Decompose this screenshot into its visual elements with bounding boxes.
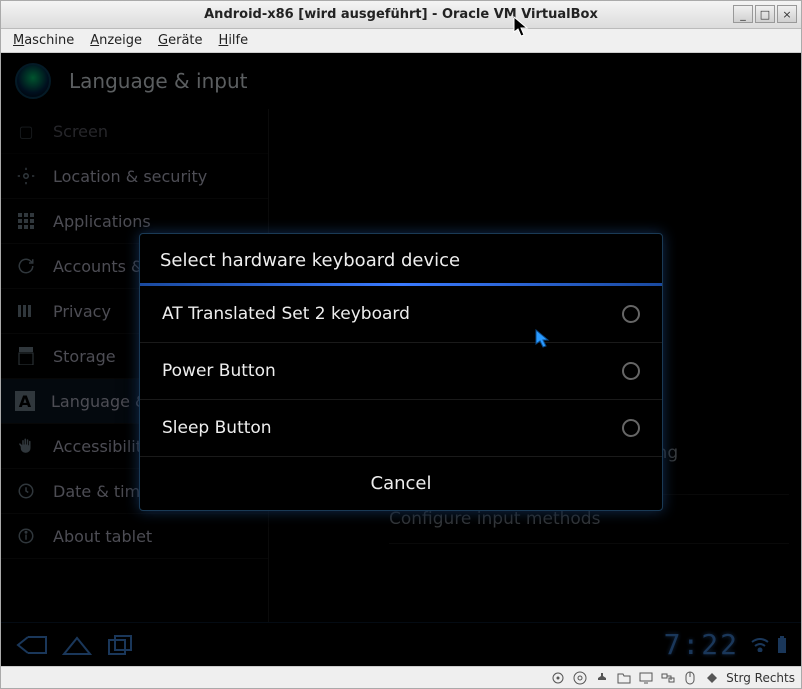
window-titlebar[interactable]: Android-x86 [wird ausgeführt] - Oracle V… [1, 1, 801, 29]
vb-hostkey-icon [704, 670, 720, 686]
menu-display[interactable]: Anzeige [84, 31, 148, 50]
android-viewport: Language & input ▢ Screen Location & sec… [1, 53, 801, 666]
keyboard-select-dialog: Select hardware keyboard device AT Trans… [139, 233, 663, 511]
virtualbox-window: Android-x86 [wird ausgeführt] - Oracle V… [0, 0, 802, 689]
option-label: AT Translated Set 2 keyboard [162, 304, 410, 324]
guest-cursor-icon [535, 329, 551, 349]
virtualbox-statusbar: Strg Rechts [1, 666, 801, 688]
maximize-button[interactable]: □ [755, 5, 775, 23]
vb-hostkey-label: Strg Rechts [726, 671, 795, 685]
window-title: Android-x86 [wird ausgeführt] - Oracle V… [1, 7, 801, 22]
close-button[interactable]: × [777, 5, 797, 23]
menu-devices[interactable]: Geräte [152, 31, 208, 50]
menu-machine[interactable]: Maschine [7, 31, 80, 50]
dialog-option-sleep-button[interactable]: Sleep Button [140, 400, 662, 457]
vb-usb-icon[interactable] [594, 670, 610, 686]
menu-help[interactable]: Hilfe [213, 31, 255, 50]
vb-cd-icon[interactable] [572, 670, 588, 686]
dialog-option-at-keyboard[interactable]: AT Translated Set 2 keyboard [140, 286, 662, 343]
option-label: Power Button [162, 361, 276, 381]
option-label: Sleep Button [162, 418, 272, 438]
vb-network-icon[interactable] [660, 670, 676, 686]
vb-hdd-icon[interactable] [550, 670, 566, 686]
radio-icon [622, 305, 640, 323]
vb-mouse-icon[interactable] [682, 670, 698, 686]
vb-display-icon[interactable] [638, 670, 654, 686]
dialog-title: Select hardware keyboard device [140, 234, 662, 283]
dialog-option-power-button[interactable]: Power Button [140, 343, 662, 400]
vb-folder-icon[interactable] [616, 670, 632, 686]
host-cursor-icon [513, 16, 529, 38]
radio-icon [622, 419, 640, 437]
cancel-button[interactable]: Cancel [140, 457, 662, 510]
radio-icon [622, 362, 640, 380]
minimize-button[interactable]: _ [733, 5, 753, 23]
window-menubar: Maschine Anzeige Geräte Hilfe [1, 29, 801, 53]
